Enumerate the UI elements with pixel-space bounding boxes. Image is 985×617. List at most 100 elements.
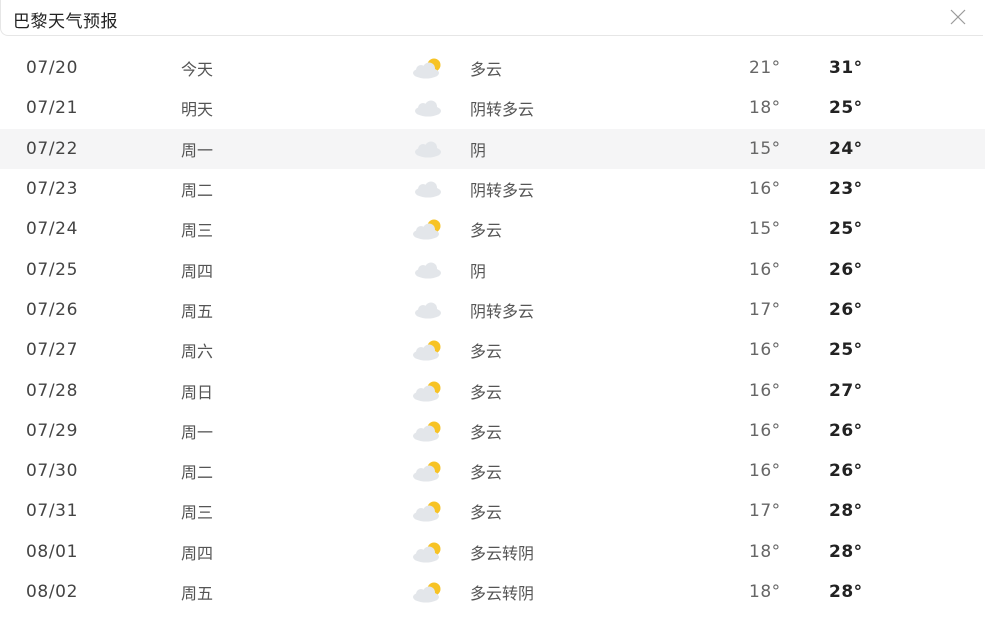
weather-icon	[408, 217, 448, 241]
partly-cloudy-icon	[413, 461, 441, 482]
forecast-high-temp: 26°	[829, 299, 863, 320]
forecast-low-temp: 16°	[749, 259, 781, 280]
weather-icon	[408, 499, 448, 523]
forecast-row: 07/23 周二 阴转多云 16° 23°	[0, 169, 985, 209]
forecast-low-temp: 16°	[749, 340, 781, 361]
forecast-row: 07/20 今天 多云 21° 31°	[0, 48, 985, 88]
forecast-weekday: 周三	[181, 503, 214, 523]
forecast-row: 08/01 周四 多云转阴 18° 28°	[0, 532, 985, 572]
partly-cloudy-icon	[413, 542, 441, 563]
cloud-icon	[415, 302, 441, 319]
forecast-low-temp: 18°	[749, 582, 781, 602]
forecast-high-temp: 26°	[829, 259, 863, 280]
forecast-high-temp: 26°	[829, 420, 863, 441]
forecast-weekday: 今天	[181, 60, 214, 80]
forecast-row: 07/21 明天 阴转多云 18° 25°	[0, 88, 985, 128]
forecast-date: 07/27	[26, 340, 78, 361]
weather-icon	[408, 177, 448, 201]
partly-cloudy-icon	[413, 582, 441, 603]
forecast-description: 多云	[470, 221, 503, 241]
forecast-date: 07/30	[26, 461, 78, 482]
forecast-description: 多云	[470, 382, 503, 402]
forecast-low-temp: 16°	[749, 380, 781, 401]
weather-icon	[408, 580, 448, 604]
forecast-high-temp: 28°	[829, 541, 863, 562]
forecast-weekday: 周日	[181, 382, 214, 402]
forecast-description: 阴转多云	[470, 181, 535, 201]
forecast-low-temp: 17°	[749, 299, 781, 320]
forecast-description: 阴转多云	[470, 301, 535, 321]
close-button[interactable]	[947, 6, 969, 28]
forecast-high-temp: 27°	[829, 380, 863, 401]
forecast-row: 07/29 周一 多云 16° 26°	[0, 411, 985, 451]
partly-cloudy-icon	[413, 58, 441, 79]
forecast-date: 07/28	[26, 380, 78, 401]
forecast-date: 07/20	[26, 58, 78, 79]
weather-icon	[408, 298, 448, 322]
forecast-date: 07/21	[26, 98, 78, 119]
forecast-row: 08/02 周五 多云转阴 18° 28°	[0, 572, 985, 612]
forecast-high-temp: 25°	[829, 340, 863, 361]
forecast-date: 07/25	[26, 259, 78, 280]
weather-icon	[408, 338, 448, 362]
forecast-row: 07/31 周三 多云 17° 28°	[0, 491, 985, 531]
forecast-low-temp: 17°	[749, 501, 781, 522]
forecast-weekday: 周六	[181, 342, 214, 362]
forecast-weekday: 周二	[181, 181, 214, 201]
forecast-low-temp: 18°	[749, 541, 781, 562]
forecast-description: 阴	[470, 140, 487, 160]
forecast-description: 多云	[470, 463, 503, 483]
weather-icon	[408, 540, 448, 564]
forecast-date: 08/02	[26, 582, 78, 602]
forecast-row: 07/26 周五 阴转多云 17° 26°	[0, 290, 985, 330]
weather-icon	[408, 96, 448, 120]
forecast-high-temp: 23°	[829, 179, 863, 200]
forecast-description: 阴转多云	[470, 100, 535, 120]
partly-cloudy-icon	[413, 421, 441, 442]
forecast-high-temp: 28°	[829, 501, 863, 522]
forecast-date: 07/24	[26, 219, 78, 240]
forecast-low-temp: 18°	[749, 98, 781, 119]
partly-cloudy-icon	[413, 501, 441, 522]
weather-icon	[408, 419, 448, 443]
weather-icon	[408, 56, 448, 80]
forecast-description: 多云	[470, 342, 503, 362]
partly-cloudy-icon	[413, 381, 441, 402]
forecast-date: 07/29	[26, 420, 78, 441]
forecast-description: 多云	[470, 503, 503, 523]
forecast-date: 07/31	[26, 501, 78, 522]
forecast-high-temp: 31°	[829, 58, 863, 79]
forecast-description: 多云	[470, 422, 503, 442]
forecast-description: 阴	[470, 261, 487, 281]
cloud-icon	[415, 181, 441, 198]
forecast-weekday: 周四	[181, 261, 214, 281]
weather-icon	[408, 258, 448, 282]
forecast-description: 多云	[470, 60, 503, 80]
weather-icon	[408, 459, 448, 483]
forecast-row: 07/25 周四 阴 16° 26°	[0, 249, 985, 289]
forecast-weekday: 周一	[181, 422, 214, 442]
forecast-description: 多云转阴	[470, 584, 535, 603]
forecast-row: 07/30 周二 多云 16° 26°	[0, 451, 985, 491]
forecast-row: 07/27 周六 多云 16° 25°	[0, 330, 985, 370]
forecast-low-temp: 16°	[749, 179, 781, 200]
forecast-list: 07/20 今天 多云 21° 31° 07/21 明天 阴转多云 18° 25…	[0, 48, 985, 612]
forecast-low-temp: 16°	[749, 461, 781, 482]
forecast-date: 07/22	[26, 138, 78, 159]
partly-cloudy-icon	[413, 340, 441, 361]
cloud-icon	[415, 141, 441, 158]
forecast-weekday: 明天	[181, 100, 214, 120]
cloud-icon	[415, 100, 441, 117]
panel-header: 巴黎天气预报	[0, 0, 983, 36]
forecast-date: 08/01	[26, 541, 78, 562]
forecast-row: 07/28 周日 多云 16° 27°	[0, 370, 985, 410]
forecast-weekday: 周三	[181, 221, 214, 241]
forecast-high-temp: 25°	[829, 98, 863, 119]
forecast-high-temp: 24°	[829, 138, 863, 159]
weather-icon	[408, 137, 448, 161]
forecast-high-temp: 28°	[829, 582, 863, 602]
forecast-weekday: 周五	[181, 301, 214, 321]
close-icon	[950, 9, 966, 25]
forecast-date: 07/26	[26, 299, 78, 320]
cloud-icon	[415, 262, 441, 279]
